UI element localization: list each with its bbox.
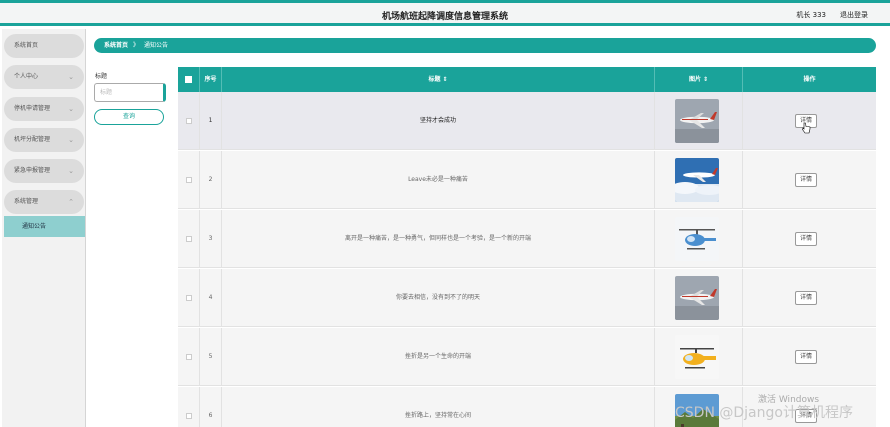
select-all-header	[178, 67, 200, 92]
row-checkbox[interactable]	[186, 177, 192, 183]
column-header-action: 操作	[803, 76, 816, 83]
row-checkbox[interactable]	[186, 354, 192, 360]
row-checkbox-cell	[178, 92, 200, 150]
notice-table: 序号 标题 ⇕ 图片 ⇕ 操作 1 坚持才会成功 详情 2 Leave未必是一种…	[178, 67, 876, 427]
row-action-cell: 详情	[743, 92, 876, 150]
breadcrumb: 系统首页》通知公告	[94, 38, 876, 53]
row-image-cell	[655, 210, 743, 268]
detail-button[interactable]: 详情	[795, 291, 817, 305]
row-image-cell	[655, 151, 743, 209]
row-title: 挫折是另一个生命的开端	[222, 328, 655, 386]
sidebar-item-label: 系统管理	[14, 198, 39, 205]
query-button[interactable]: 查询	[94, 109, 164, 125]
chevron-up-icon: ⌃	[68, 198, 74, 206]
column-header-index: 序号	[200, 67, 222, 92]
row-image-cell	[655, 92, 743, 150]
sidebar-item-system-management[interactable]: 系统管理 ⌃	[4, 190, 84, 214]
row-index: 3	[200, 210, 222, 268]
user-label: 机长 333	[796, 11, 826, 19]
row-checkbox-cell	[178, 269, 200, 327]
row-checkbox[interactable]	[186, 413, 192, 419]
chevron-down-icon: ⌄	[68, 136, 74, 144]
hand-cursor-icon	[802, 122, 811, 134]
row-checkbox[interactable]	[186, 118, 192, 124]
sidebar: 系统首页 个人中心 ⌄ 停机申请管理 ⌄ 机坪分配管理 ⌄ 紧急申报管理 ⌄ 系…	[2, 29, 86, 427]
table-row: 5 挫折是另一个生命的开端 详情	[178, 328, 876, 386]
table-row: 2 Leave未必是一种痛苦 详情	[178, 151, 876, 209]
row-action-cell: 详情	[743, 269, 876, 327]
airliner-image	[675, 276, 719, 320]
table-row: 3 离开是一种痛苦，是一种勇气，但同样也是一个考验，是一个新的开端 详情	[178, 210, 876, 268]
sidebar-item-home[interactable]: 系统首页	[4, 34, 84, 58]
row-checkbox[interactable]	[186, 295, 192, 301]
detail-button[interactable]: 详情	[795, 232, 817, 246]
sidebar-item-label: 停机申请管理	[14, 105, 51, 112]
column-header-image[interactable]: 图片 ⇕	[655, 67, 743, 92]
top-bar: 机场航班起降调度信息管理系统 机长 333 退出登录	[0, 0, 890, 26]
detail-button[interactable]: 详情	[795, 350, 817, 364]
sidebar-item-label: 紧急申报管理	[14, 167, 51, 174]
row-image-cell	[655, 328, 743, 386]
sidebar-item-emergency-report[interactable]: 紧急申报管理 ⌄	[4, 159, 84, 183]
detail-button[interactable]: 详情	[795, 173, 817, 187]
row-checkbox-cell	[178, 387, 200, 427]
logout-link[interactable]: 退出登录	[840, 10, 868, 20]
chevron-down-icon: ⌄	[68, 167, 74, 175]
sidebar-item-label: 机坪分配管理	[14, 136, 51, 143]
column-header-title[interactable]: 标题 ⇕	[222, 67, 655, 92]
chevron-down-icon: ⌄	[68, 73, 74, 81]
table-row: 4 你要去相信，没有到不了的明天 详情	[178, 269, 876, 327]
row-index: 6	[200, 387, 222, 427]
row-checkbox-cell	[178, 210, 200, 268]
row-title: 离开是一种痛苦，是一种勇气，但同样也是一个考验，是一个新的开端	[222, 210, 655, 268]
helicopter-image	[675, 217, 719, 261]
filter-label: 标题	[95, 73, 108, 80]
breadcrumb-separator: 》	[133, 42, 140, 49]
csdn-watermark: CSDN @Django计算机程序	[675, 405, 853, 421]
row-checkbox-cell	[178, 328, 200, 386]
row-checkbox[interactable]	[186, 236, 192, 242]
airliner-image	[675, 99, 719, 143]
row-index: 1	[200, 92, 222, 150]
table-row: 1 坚持才会成功 详情	[178, 92, 876, 150]
row-title: 挫折路上，坚持常在心间	[222, 387, 655, 427]
title-search-input[interactable]: 标题	[94, 83, 166, 102]
breadcrumb-current: 通知公告	[144, 42, 169, 49]
chevron-down-icon: ⌄	[68, 105, 74, 113]
row-image-cell	[655, 269, 743, 327]
yellow-helicopter-image	[675, 335, 719, 379]
breadcrumb-home[interactable]: 系统首页	[104, 42, 128, 49]
row-action-cell: 详情	[743, 328, 876, 386]
row-index: 4	[200, 269, 222, 327]
row-title: 坚持才会成功	[222, 92, 655, 150]
app-title: 机场航班起降调度信息管理系统	[381, 12, 508, 22]
row-index: 2	[200, 151, 222, 209]
row-action-cell: 详情	[743, 210, 876, 268]
row-checkbox-cell	[178, 151, 200, 209]
airliner-sky-image	[675, 158, 719, 202]
row-index: 5	[200, 328, 222, 386]
sidebar-item-notice[interactable]: 通知公告	[4, 216, 85, 237]
sidebar-item-personal-center[interactable]: 个人中心 ⌄	[4, 65, 84, 89]
sidebar-item-label: 系统首页	[14, 42, 39, 49]
sidebar-item-apron-allocation[interactable]: 机坪分配管理 ⌄	[4, 128, 84, 152]
row-title: 你要去相信，没有到不了的明天	[222, 269, 655, 327]
row-title: Leave未必是一种痛苦	[222, 151, 655, 209]
sidebar-item-label: 个人中心	[14, 73, 39, 80]
select-all-checkbox[interactable]	[185, 76, 192, 83]
row-action-cell: 详情	[743, 151, 876, 209]
table-header: 序号 标题 ⇕ 图片 ⇕ 操作	[178, 67, 876, 92]
sidebar-item-parking-application[interactable]: 停机申请管理 ⌄	[4, 97, 84, 121]
